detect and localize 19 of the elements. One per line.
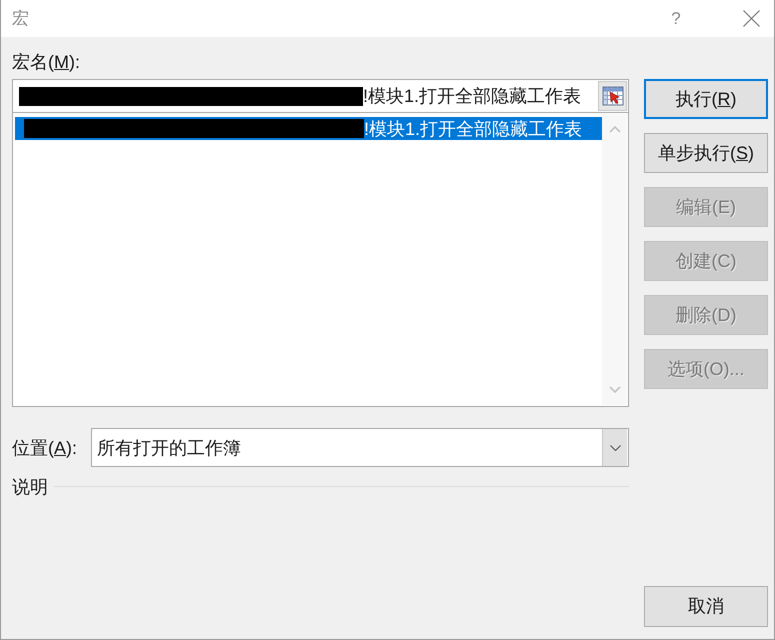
description-label: 说明 xyxy=(12,476,48,498)
window-title: 宏 xyxy=(12,8,29,30)
close-icon xyxy=(742,10,760,27)
table-cursor-icon xyxy=(602,85,624,107)
macro-name-field[interactable]: !模块1.打开全部隐藏工作表 xyxy=(12,79,629,113)
location-dropdown[interactable]: 所有打开的工作簿 xyxy=(91,428,629,467)
location-label: 位置(A): xyxy=(12,436,78,458)
macro-name-label: 宏名(M): xyxy=(12,51,80,73)
scroll-down-icon[interactable] xyxy=(608,386,620,393)
cancel-button[interactable]: 取消 xyxy=(644,586,768,627)
range-picker-button[interactable] xyxy=(598,81,627,111)
help-button[interactable]: ? xyxy=(664,6,688,30)
chevron-down-icon xyxy=(610,444,620,450)
run-button[interactable]: 执行(R) xyxy=(644,79,768,119)
step-into-button[interactable]: 单步执行(S) xyxy=(644,133,768,173)
scrollbar[interactable] xyxy=(602,114,627,405)
scroll-up-icon[interactable] xyxy=(608,126,620,133)
macro-name-value: !模块1.打开全部隐藏工作表 xyxy=(363,85,582,107)
dropdown-arrow-button[interactable] xyxy=(602,429,627,466)
